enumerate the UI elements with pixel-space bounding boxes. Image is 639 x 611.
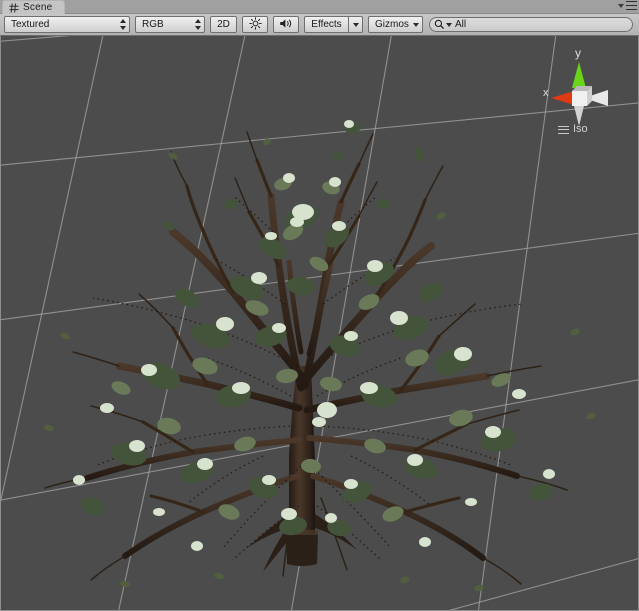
sun-brightness-icon [248,16,262,33]
updown-arrows-icon [194,19,201,30]
lighting-toggle-button[interactable] [242,16,268,33]
tab-strip: Scene [0,0,639,14]
hamburger-menu-icon[interactable] [626,1,637,10]
scene-render [1,36,638,610]
search-input[interactable]: All [455,19,466,30]
color-mode-label: RGB [142,19,164,30]
color-mode-dropdown[interactable]: RGB [135,16,205,33]
scene-viewport[interactable]: x y Iso [0,36,639,611]
audio-toggle-button[interactable] [273,16,299,33]
chevron-down-icon [352,22,359,27]
chevron-down-icon[interactable] [618,3,624,8]
toggle-2d-button[interactable]: 2D [210,16,237,33]
grid-hash-icon [9,2,19,13]
gizmos-label: Gizmos [375,19,409,30]
chevron-down-icon [413,22,419,27]
tab-strip-menu[interactable] [618,1,637,10]
tab-scene[interactable]: Scene [2,0,66,14]
gizmos-dropdown[interactable]: Gizmos [368,16,423,33]
effects-label: Effects [311,19,342,30]
effects-button[interactable]: Effects [304,16,348,33]
draw-mode-dropdown[interactable]: Textured [4,16,130,33]
scene-toolbar: Textured RGB 2D Effects Gizmos All [0,14,639,36]
updown-arrows-icon [119,19,126,30]
unity-scene-window: Scene Textured RGB 2D Effects Gizmos All… [0,0,639,611]
speaker-audio-icon [279,17,293,33]
search-filter-chevron-icon[interactable] [446,22,452,27]
toggle-2d-label: 2D [217,19,230,30]
draw-mode-label: Textured [11,19,50,30]
search-magnifier-icon[interactable] [434,19,452,30]
tab-scene-label: Scene [23,1,53,13]
effects-dropdown-button[interactable] [348,16,363,33]
search-field[interactable]: All [429,17,633,32]
